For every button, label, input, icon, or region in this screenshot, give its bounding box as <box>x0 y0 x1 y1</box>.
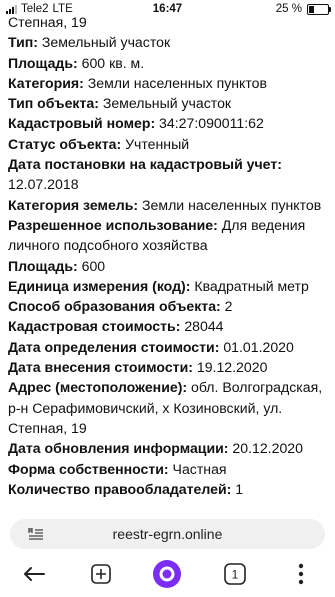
detail-row: Разрешенное использование: Для ведения л… <box>8 215 330 256</box>
detail-row: Степная, 19 <box>8 12 330 32</box>
field-label: Форма собственности: <box>8 460 169 477</box>
new-tab-icon <box>91 564 111 584</box>
field-label: Количество правообладателей: <box>8 480 232 497</box>
field-label: Способ образования объекта: <box>8 298 221 315</box>
field-value: Учтенный <box>121 135 190 152</box>
detail-row: Кадастровая стоимость: 28044 <box>8 316 330 336</box>
browser-toolbar: 1 <box>0 553 335 597</box>
field-label: Кадастровая стоимость: <box>8 318 181 335</box>
field-value: Частная <box>168 460 227 477</box>
field-value: Квадратный метр <box>190 277 309 294</box>
detail-row: Количество правообладателей: 1 <box>8 479 330 499</box>
detail-row: Дата определения стоимости: 01.01.2020 <box>8 337 330 357</box>
field-value: Земли населенных пунктов <box>83 74 267 91</box>
field-value: 2 <box>220 298 233 315</box>
detail-row: Форма собственности: Частная <box>8 459 330 479</box>
field-value: Земли населенных пунктов <box>138 196 322 213</box>
field-label: Разрешенное использование: <box>8 216 218 233</box>
detail-row: Тип: Земельный участок <box>8 32 330 52</box>
field-value: Земельный участок <box>98 95 232 112</box>
detail-row: Статус объекта: Учтенный <box>8 134 330 154</box>
field-label: Категория земель: <box>8 196 139 213</box>
field-label: Площадь: <box>8 257 78 274</box>
detail-row: Единица измерения (код): Квадратный метр <box>8 276 330 296</box>
detail-row: Адрес (местоположение): обл. Волгоградск… <box>8 377 330 438</box>
field-label: Тип: <box>8 34 38 51</box>
field-label: Площадь: <box>8 54 78 71</box>
field-value: 34:27:090011:62 <box>155 115 264 132</box>
address-bar[interactable]: reestr-egrn.online <box>10 519 325 549</box>
back-button[interactable] <box>20 561 48 587</box>
detail-row: Площадь: 600 <box>8 256 330 276</box>
tabs-button[interactable]: 1 <box>223 561 247 587</box>
field-label: Дата определения стоимости: <box>8 338 220 355</box>
field-value: 20.12.2020 <box>228 440 303 457</box>
field-label: Дата обновления информации: <box>8 440 229 457</box>
detail-row: Площадь: 600 кв. м. <box>8 53 330 73</box>
detail-row: Способ образования объекта: 2 <box>8 296 330 316</box>
back-arrow-icon <box>24 567 45 581</box>
field-value: Степная, 19 <box>8 14 87 30</box>
detail-row: Категория земель: Земли населенных пункт… <box>8 195 330 215</box>
field-label: Дата внесения стоимости: <box>8 359 193 376</box>
field-value: 19.12.2020 <box>192 359 268 376</box>
detail-row: Дата обновления информации: 20.12.2020 <box>8 438 330 458</box>
voice-assistant-button[interactable] <box>151 558 183 590</box>
detail-row: Дата постановки на кадастровый учет: 12.… <box>8 154 330 195</box>
field-label: Кадастровый номер: <box>8 115 156 132</box>
field-value: 12.07.2018 <box>8 176 79 193</box>
field-value: Земельный участок <box>37 34 171 51</box>
new-tab-button[interactable] <box>89 561 113 587</box>
url-text[interactable]: reestr-egrn.online <box>10 526 325 542</box>
field-label: Дата постановки на кадастровый учет: <box>8 156 282 173</box>
alice-assistant-icon <box>153 560 181 588</box>
detail-row: Дата внесения стоимости: 19.12.2020 <box>8 357 330 377</box>
field-label: Адрес (местоположение): <box>8 379 188 396</box>
detail-row: Кадастровый номер: 34:27:090011:62 <box>8 113 330 133</box>
property-details: Степная, 19 Тип: Земельный участок Площадь… <box>8 12 330 499</box>
field-value: 600 кв. м. <box>77 54 145 71</box>
field-value: 1 <box>231 480 244 497</box>
field-label: Категория: <box>8 74 84 91</box>
field-value: 01.01.2020 <box>219 338 294 355</box>
field-label: Тип объекта: <box>8 95 99 112</box>
tabs-icon: 1 <box>224 563 246 585</box>
more-vertical-icon <box>298 563 304 585</box>
field-value: 28044 <box>180 318 224 335</box>
field-label: Единица измерения (код): <box>8 277 191 294</box>
field-value: 600 <box>77 257 106 274</box>
field-label: Статус объекта: <box>8 135 122 152</box>
detail-row: Категория: Земли населенных пунктов <box>8 73 330 93</box>
menu-button[interactable] <box>288 561 314 587</box>
detail-row: Тип объекта: Земельный участок <box>8 93 330 113</box>
tab-count: 1 <box>232 568 239 582</box>
